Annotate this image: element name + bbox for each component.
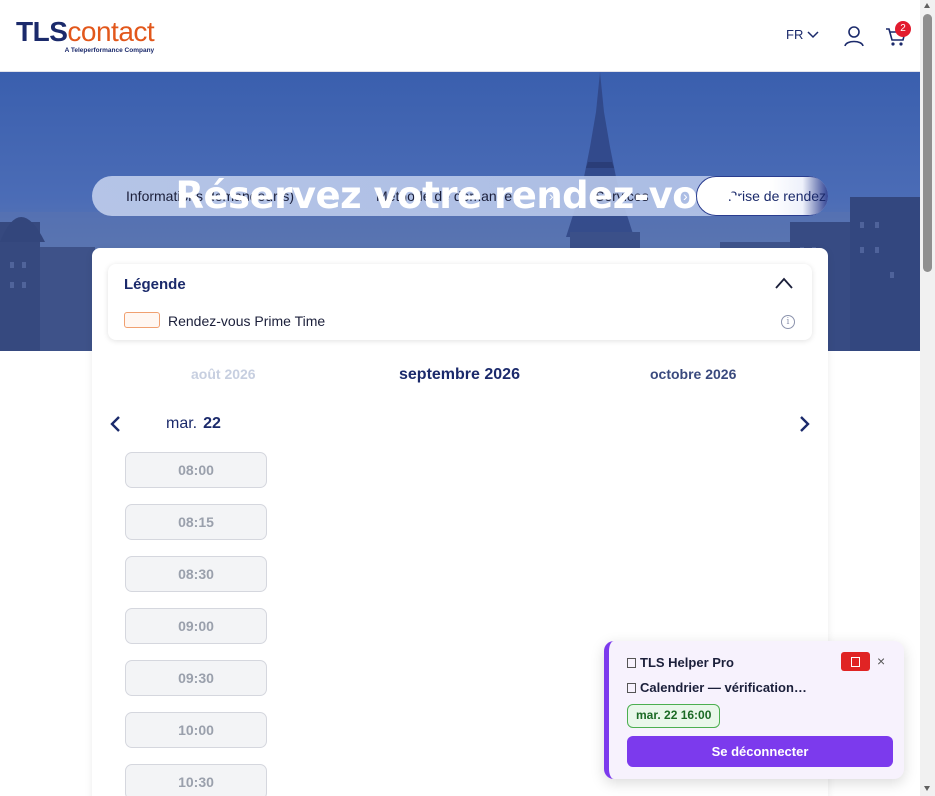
helper-stop-button[interactable] [841,652,870,671]
month-previous[interactable]: août 2026 [191,366,256,382]
logout-button[interactable]: Se déconnecter [627,736,893,767]
site-header: TLScontact A Teleperformance Company FR … [0,0,920,72]
user-icon[interactable] [843,25,865,47]
legend-item-label: Rendez-vous Prime Time [168,313,326,329]
helper-widget: TLS Helper Pro × Calendrier — vérificati… [604,641,904,779]
time-slot[interactable]: 10:30 [125,764,267,796]
chevron-left-icon[interactable] [108,414,124,434]
helper-status: Calendrier — vérification… [627,680,807,695]
language-selector[interactable]: FR [786,27,819,42]
chevron-down-icon [807,30,819,38]
found-slot-chip[interactable]: mar. 22 16:00 [627,704,721,728]
prime-time-swatch [124,312,160,328]
language-label: FR [786,27,804,42]
info-icon[interactable]: i [781,315,795,329]
time-slot[interactable]: 08:15 [125,504,267,540]
month-current[interactable]: septembre 2026 [399,366,520,384]
legend-title: Légende [124,276,186,293]
scroll-up-icon[interactable] [924,3,930,8]
time-slot[interactable]: 09:00 [125,608,267,644]
helper-title-text: TLS Helper Pro [640,655,734,670]
time-slot[interactable]: 08:30 [125,556,267,592]
time-slot[interactable]: 10:00 [125,712,267,748]
day-name: mar. [166,415,198,432]
logo-wordmark: TLScontact [16,16,155,47]
box-icon [627,683,636,693]
legend-panel: Légende Rendez-vous Prime Time i [108,264,812,340]
close-icon[interactable]: × [877,653,885,669]
box-icon [627,658,636,668]
scroll-down-icon[interactable] [924,786,930,791]
chevron-up-icon[interactable] [774,276,794,290]
logo-tagline: A Teleperformance Company [64,47,155,54]
page-scrollbar[interactable] [920,0,935,796]
logo-contact: contact [67,16,155,47]
day-number: 22 [203,415,221,432]
cart-count-badge: 2 [895,21,911,37]
month-next[interactable]: octobre 2026 [650,366,736,382]
selected-day: mar. 22 [166,415,221,433]
scroll-thumb[interactable] [923,14,932,272]
time-slot[interactable]: 08:00 [125,452,267,488]
helper-title: TLS Helper Pro [627,655,734,670]
page-title: Réservez votre rendez-vous [175,174,745,217]
chevron-right-icon[interactable] [796,414,812,434]
tlscontact-logo[interactable]: TLScontact A Teleperformance Company [16,16,155,55]
logo-tls: TLS [16,16,68,47]
time-slot[interactable]: 09:30 [125,660,267,696]
helper-status-text: Calendrier — vérification… [640,680,807,695]
